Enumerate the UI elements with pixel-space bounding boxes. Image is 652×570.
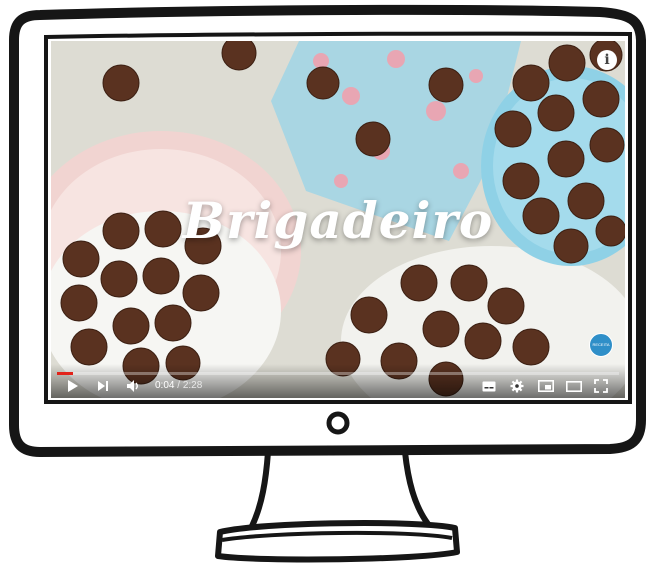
player-controls: 0:04 / 2:28	[51, 364, 625, 398]
subtitles-icon[interactable]	[481, 378, 497, 394]
video-player[interactable]: Brigadeiro i RECEITA 0:04 / 2:28	[51, 41, 625, 398]
fullscreen-icon[interactable]	[593, 378, 609, 394]
time-separator: /	[174, 380, 183, 391]
time-current: 0:04	[155, 380, 175, 391]
progress-bar[interactable]	[57, 372, 619, 375]
progress-played	[57, 372, 74, 375]
channel-badge[interactable]: RECEITA	[589, 333, 613, 357]
time-display: 0:04 / 2:28	[155, 380, 202, 391]
next-icon[interactable]	[95, 378, 111, 394]
info-button[interactable]: i	[597, 50, 617, 70]
miniplayer-icon[interactable]	[537, 378, 555, 394]
volume-icon[interactable]	[125, 378, 143, 394]
theater-icon[interactable]	[565, 378, 583, 394]
settings-icon[interactable]	[509, 378, 525, 394]
video-title-overlay: Brigadeiro	[182, 191, 494, 250]
play-icon[interactable]	[65, 378, 81, 394]
time-total: 2:28	[182, 380, 203, 391]
